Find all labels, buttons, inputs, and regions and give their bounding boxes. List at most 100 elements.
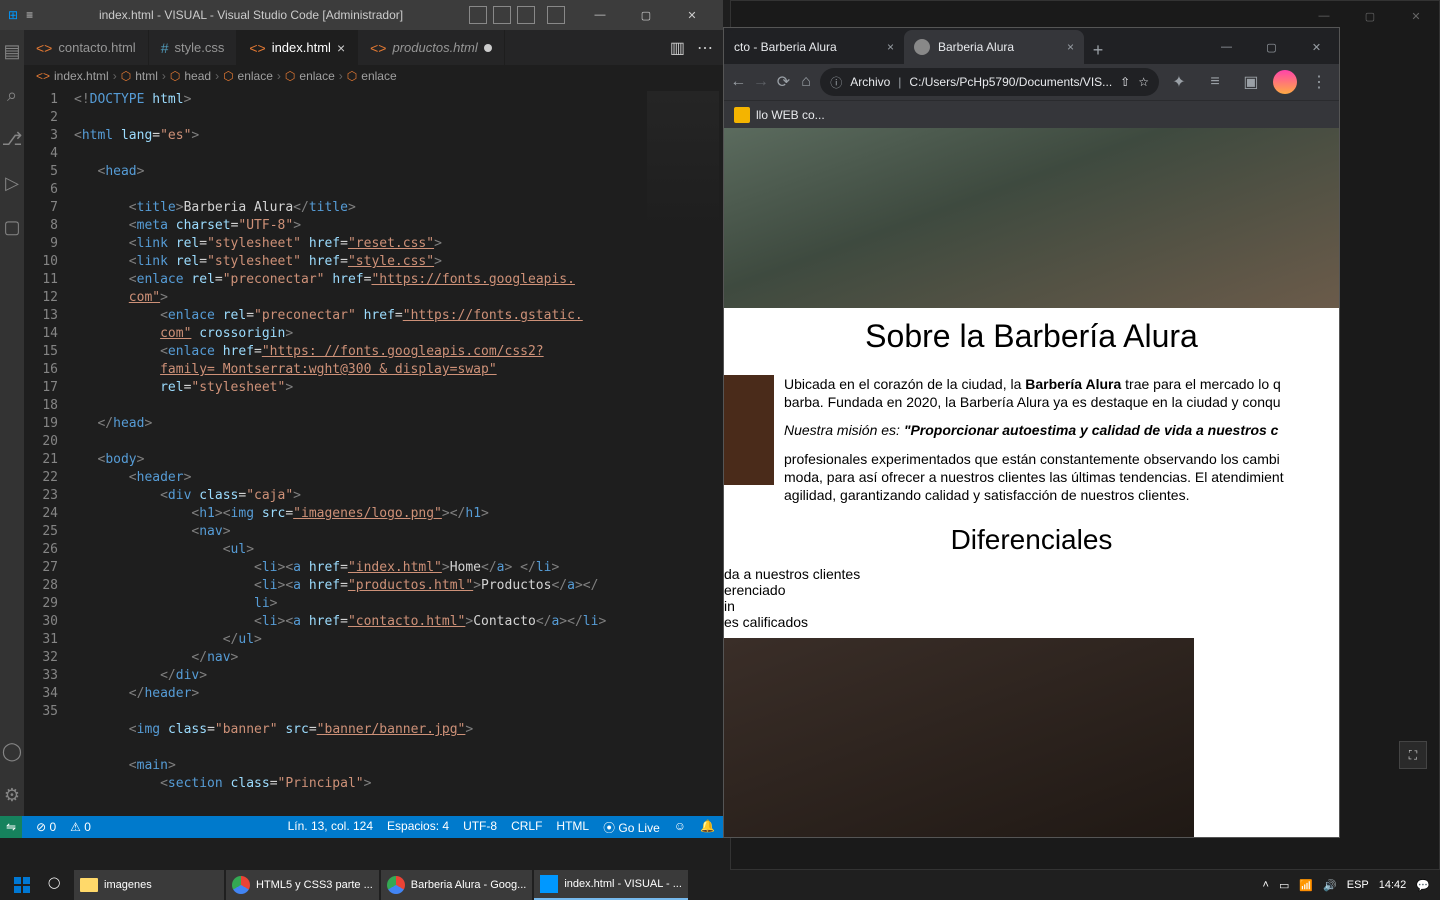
bg-titlebar: — ▢ ✕ [731, 1, 1439, 28]
breadcrumb-item[interactable]: enlace [238, 69, 273, 83]
remote-button[interactable]: ⇋ [0, 816, 22, 838]
extensions-icon[interactable]: ▢ [1, 216, 23, 238]
chevron-up-icon[interactable]: ˄ [1263, 879, 1269, 891]
warnings-count[interactable]: ⚠ 0 [70, 820, 91, 834]
notifications-icon[interactable]: 💬 [1416, 879, 1430, 892]
close-icon[interactable]: × [337, 40, 345, 56]
banner-image [724, 128, 1339, 308]
close-button[interactable]: ✕ [669, 0, 715, 30]
menu-icon[interactable]: ≡ [26, 8, 33, 22]
indent-setting[interactable]: Espacios: 4 [387, 819, 449, 836]
encoding[interactable]: UTF-8 [463, 819, 497, 836]
maximize-button[interactable]: ▢ [1249, 30, 1294, 64]
info-icon[interactable]: ⓘ [830, 74, 842, 91]
explorer-icon[interactable]: ▤ [1, 40, 23, 62]
breadcrumb-item[interactable]: enlace [361, 69, 396, 83]
minimize-button[interactable]: — [1204, 30, 1249, 64]
side-panel-icon[interactable]: ▣ [1237, 68, 1265, 96]
language-indicator[interactable]: ESP [1347, 879, 1369, 891]
html-icon: <> [36, 40, 52, 56]
search-icon[interactable]: ⌕ [1, 84, 23, 106]
scm-icon[interactable]: ⎇ [1, 128, 23, 150]
code-editor[interactable]: 1234567891011121314151617181920212223242… [24, 87, 723, 816]
vscode-task[interactable]: index.html - VISUAL - ... [534, 870, 688, 900]
tab-label: productos.html [392, 40, 477, 55]
explorer-task[interactable]: imagenes [74, 870, 224, 900]
chrome-window: cto - Barberia Alura × Barberia Alura × … [723, 27, 1340, 838]
code-content[interactable]: <!DOCTYPE html> <html lang="es"> <head> … [74, 87, 643, 816]
extensions-icon[interactable]: ✦ [1165, 68, 1193, 96]
reading-list-icon[interactable]: ≡ [1201, 68, 1229, 96]
expand-icon[interactable]: ⛶ [1399, 741, 1427, 769]
debug-icon[interactable]: ▷ [1, 172, 23, 194]
breadcrumb-item[interactable]: head [184, 69, 211, 83]
gear-icon[interactable]: ⚙ [1, 784, 23, 806]
tab-index[interactable]: <> index.html × [237, 30, 358, 65]
menu-icon[interactable]: ⋮ [1305, 68, 1333, 96]
activity-bar: ▤ ⌕ ⎇ ▷ ▢ ◯ ⚙ [0, 30, 24, 816]
more-icon[interactable]: ⋯ [697, 38, 713, 58]
vscode-window: ⊞ ≡ index.html - VISUAL - Visual Studio … [0, 0, 723, 838]
chrome-task[interactable]: HTML5 y CSS3 parte ... [226, 870, 379, 900]
maximize-button[interactable]: ▢ [623, 0, 669, 30]
breadcrumb-item[interactable]: index.html [54, 69, 109, 83]
eol[interactable]: CRLF [511, 819, 542, 836]
errors-count[interactable]: ⊘ 0 [36, 820, 56, 834]
breadcrumb-item[interactable]: html [135, 69, 158, 83]
layout-icon[interactable] [517, 6, 535, 24]
layout-icon[interactable] [469, 6, 487, 24]
layout-icon[interactable] [547, 6, 565, 24]
golive-button[interactable]: ⦿ Go Live [603, 819, 660, 836]
breadcrumb-item[interactable]: enlace [299, 69, 334, 83]
tag-icon: ⬡ [347, 69, 357, 83]
volume-icon[interactable]: 🔊 [1323, 879, 1337, 892]
wifi-icon[interactable]: 📶 [1299, 879, 1313, 892]
bookmark-item[interactable]: llo WEB co... [756, 108, 825, 122]
chevron-right-icon: › [162, 69, 166, 83]
account-icon[interactable]: ◯ [1, 740, 23, 762]
bg-maximize-button[interactable]: ▢ [1347, 1, 1393, 31]
feedback-icon[interactable]: ☺ [674, 819, 686, 836]
tab-label: index.html [272, 40, 331, 55]
close-icon[interactable]: × [887, 40, 894, 54]
layout-controls[interactable] [469, 6, 565, 24]
start-button[interactable] [4, 870, 40, 900]
profile-avatar[interactable] [1273, 70, 1297, 94]
vscode-titlebar[interactable]: ⊞ ≡ index.html - VISUAL - Visual Studio … [0, 0, 723, 30]
reload-button[interactable]: ⟳ [775, 68, 792, 96]
bell-icon[interactable]: 🔔 [700, 819, 715, 836]
forward-button[interactable]: → [753, 68, 770, 96]
minimap[interactable] [643, 87, 723, 816]
tab-productos[interactable]: <> productos.html [358, 30, 505, 65]
cursor-position[interactable]: Lín. 13, col. 124 [288, 819, 373, 836]
battery-icon[interactable]: ▭ [1279, 879, 1289, 892]
bg-close-button[interactable]: ✕ [1393, 1, 1439, 31]
layout-icon[interactable] [493, 6, 511, 24]
html-icon: <> [36, 69, 50, 83]
share-icon[interactable]: ⇧ [1120, 75, 1130, 89]
browser-tab[interactable]: cto - Barberia Alura × [724, 30, 904, 64]
clock[interactable]: 14:42 [1379, 879, 1407, 891]
modified-icon [484, 44, 492, 52]
tab-style[interactable]: # style.css [149, 30, 238, 65]
chrome-task[interactable]: Barberia Alura - Goog... [381, 870, 533, 900]
language-mode[interactable]: HTML [556, 819, 589, 836]
tab-contacto[interactable]: <> contacto.html [24, 30, 149, 65]
page-content[interactable]: Sobre la Barbería Alura Ubicada en el co… [724, 128, 1339, 837]
browser-tab-active[interactable]: Barberia Alura × [904, 30, 1084, 64]
editor-tabs: <> contacto.html # style.css <> index.ht… [24, 30, 723, 65]
close-icon[interactable]: × [1067, 40, 1074, 54]
page-heading: Sobre la Barbería Alura [724, 318, 1339, 355]
paragraph: Ubicada en el corazón de la ciudad, la B… [784, 375, 1339, 411]
split-editor-icon[interactable]: ▥ [670, 38, 685, 58]
minimize-button[interactable]: — [577, 0, 623, 30]
close-button[interactable]: ✕ [1294, 30, 1339, 64]
address-bar[interactable]: ⓘ Archivo | C:/Users/PcHp5790/Documents/… [820, 68, 1159, 96]
breadcrumbs[interactable]: <> index.html › ⬡ html › ⬡ head › ⬡ enla… [24, 65, 723, 87]
back-button[interactable]: ← [730, 68, 747, 96]
home-button[interactable]: ⌂ [798, 68, 815, 96]
new-tab-button[interactable]: + [1084, 36, 1112, 64]
system-tray: ˄ ▭ 📶 🔊 ESP 14:42 💬 [1263, 879, 1437, 892]
taskview-button[interactable]: ◯ [42, 870, 72, 900]
bookmark-icon[interactable]: ☆ [1138, 75, 1149, 89]
